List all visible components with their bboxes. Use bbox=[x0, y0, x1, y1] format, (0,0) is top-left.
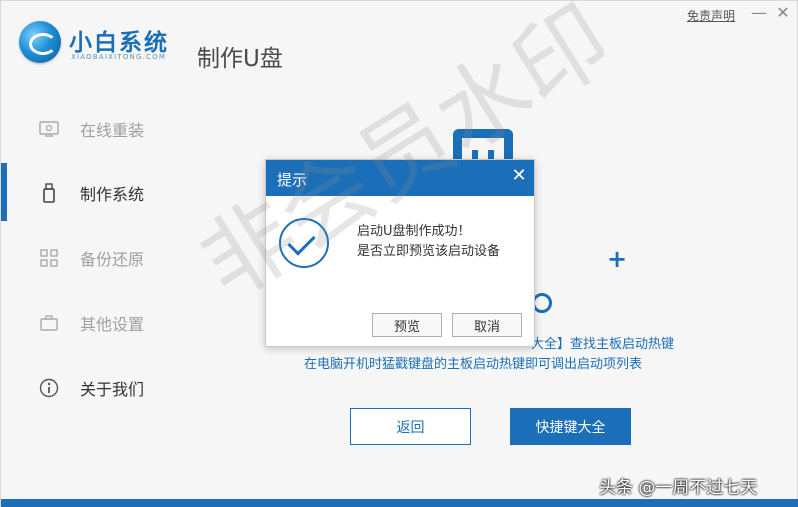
sidebar-item-label: 在线重装 bbox=[80, 121, 145, 140]
hotkey-list-button[interactable]: 快捷键大全 bbox=[510, 408, 631, 445]
info-icon bbox=[39, 378, 59, 398]
sidebar-item-online-reinstall[interactable]: 在线重装 bbox=[1, 107, 166, 151]
hint-line-1: 大全】查找主板启动热键 bbox=[531, 337, 675, 352]
close-icon[interactable]: ✕ bbox=[773, 3, 793, 23]
sidebar: 在线重装 制作系统 备份还原 其他设置 关于我们 bbox=[1, 87, 166, 507]
preview-button[interactable]: 预览 bbox=[372, 313, 442, 337]
minimize-icon[interactable]: — bbox=[749, 3, 769, 23]
page-title: 制作U盘 bbox=[197, 46, 283, 72]
usb-drive-icon bbox=[39, 183, 59, 203]
briefcase-icon bbox=[39, 313, 59, 333]
disclaimer-link[interactable]: 免责声明 bbox=[687, 7, 735, 24]
ring-icon bbox=[532, 293, 552, 313]
app-window: 小白系统 XIAOBAIXITONG.COM 制作U盘 免责声明 — ✕ 在线重… bbox=[0, 0, 798, 507]
dialog-message-2: 是否立即预览该启动设备 bbox=[357, 244, 501, 259]
credit-watermark: 头条 @一周不过七天 bbox=[599, 478, 758, 498]
back-button[interactable]: 返回 bbox=[350, 408, 471, 445]
sidebar-item-label: 其他设置 bbox=[80, 315, 145, 334]
header: 小白系统 XIAOBAIXITONG.COM 制作U盘 免责声明 — ✕ bbox=[1, 1, 797, 87]
app-name: 小白系统 bbox=[69, 30, 169, 56]
sidebar-item-make-system[interactable]: 制作系统 bbox=[1, 171, 166, 215]
sidebar-item-about-us[interactable]: 关于我们 bbox=[1, 366, 166, 410]
sidebar-item-label: 备份还原 bbox=[80, 250, 145, 269]
dialog-header: 提示 ✕ bbox=[266, 160, 534, 196]
sidebar-item-other-settings[interactable]: 其他设置 bbox=[1, 301, 166, 345]
dialog-title: 提示 bbox=[277, 171, 308, 189]
logo-icon bbox=[19, 21, 61, 63]
app-subtitle: XIAOBAIXITONG.COM bbox=[71, 53, 167, 61]
sidebar-item-backup-restore[interactable]: 备份还原 bbox=[1, 236, 166, 280]
backup-grid-icon bbox=[39, 248, 59, 268]
close-icon[interactable]: ✕ bbox=[510, 167, 528, 185]
plus-icon: + bbox=[607, 245, 628, 273]
sidebar-item-label: 关于我们 bbox=[80, 380, 145, 399]
cancel-button[interactable]: 取消 bbox=[452, 313, 522, 337]
prompt-dialog: 提示 ✕ 启动U盘制作成功！ 是否立即预览该启动设备 预览 取消 bbox=[265, 159, 535, 347]
bottom-bar bbox=[1, 499, 798, 507]
sidebar-item-label: 制作系统 bbox=[80, 185, 145, 204]
success-check-icon bbox=[279, 218, 329, 268]
hint-line-2: 在电脑开机时猛戳键盘的主板启动热键即可调出启动项列表 bbox=[304, 357, 643, 372]
monitor-icon bbox=[39, 119, 59, 139]
dialog-message-1: 启动U盘制作成功！ bbox=[357, 224, 471, 239]
